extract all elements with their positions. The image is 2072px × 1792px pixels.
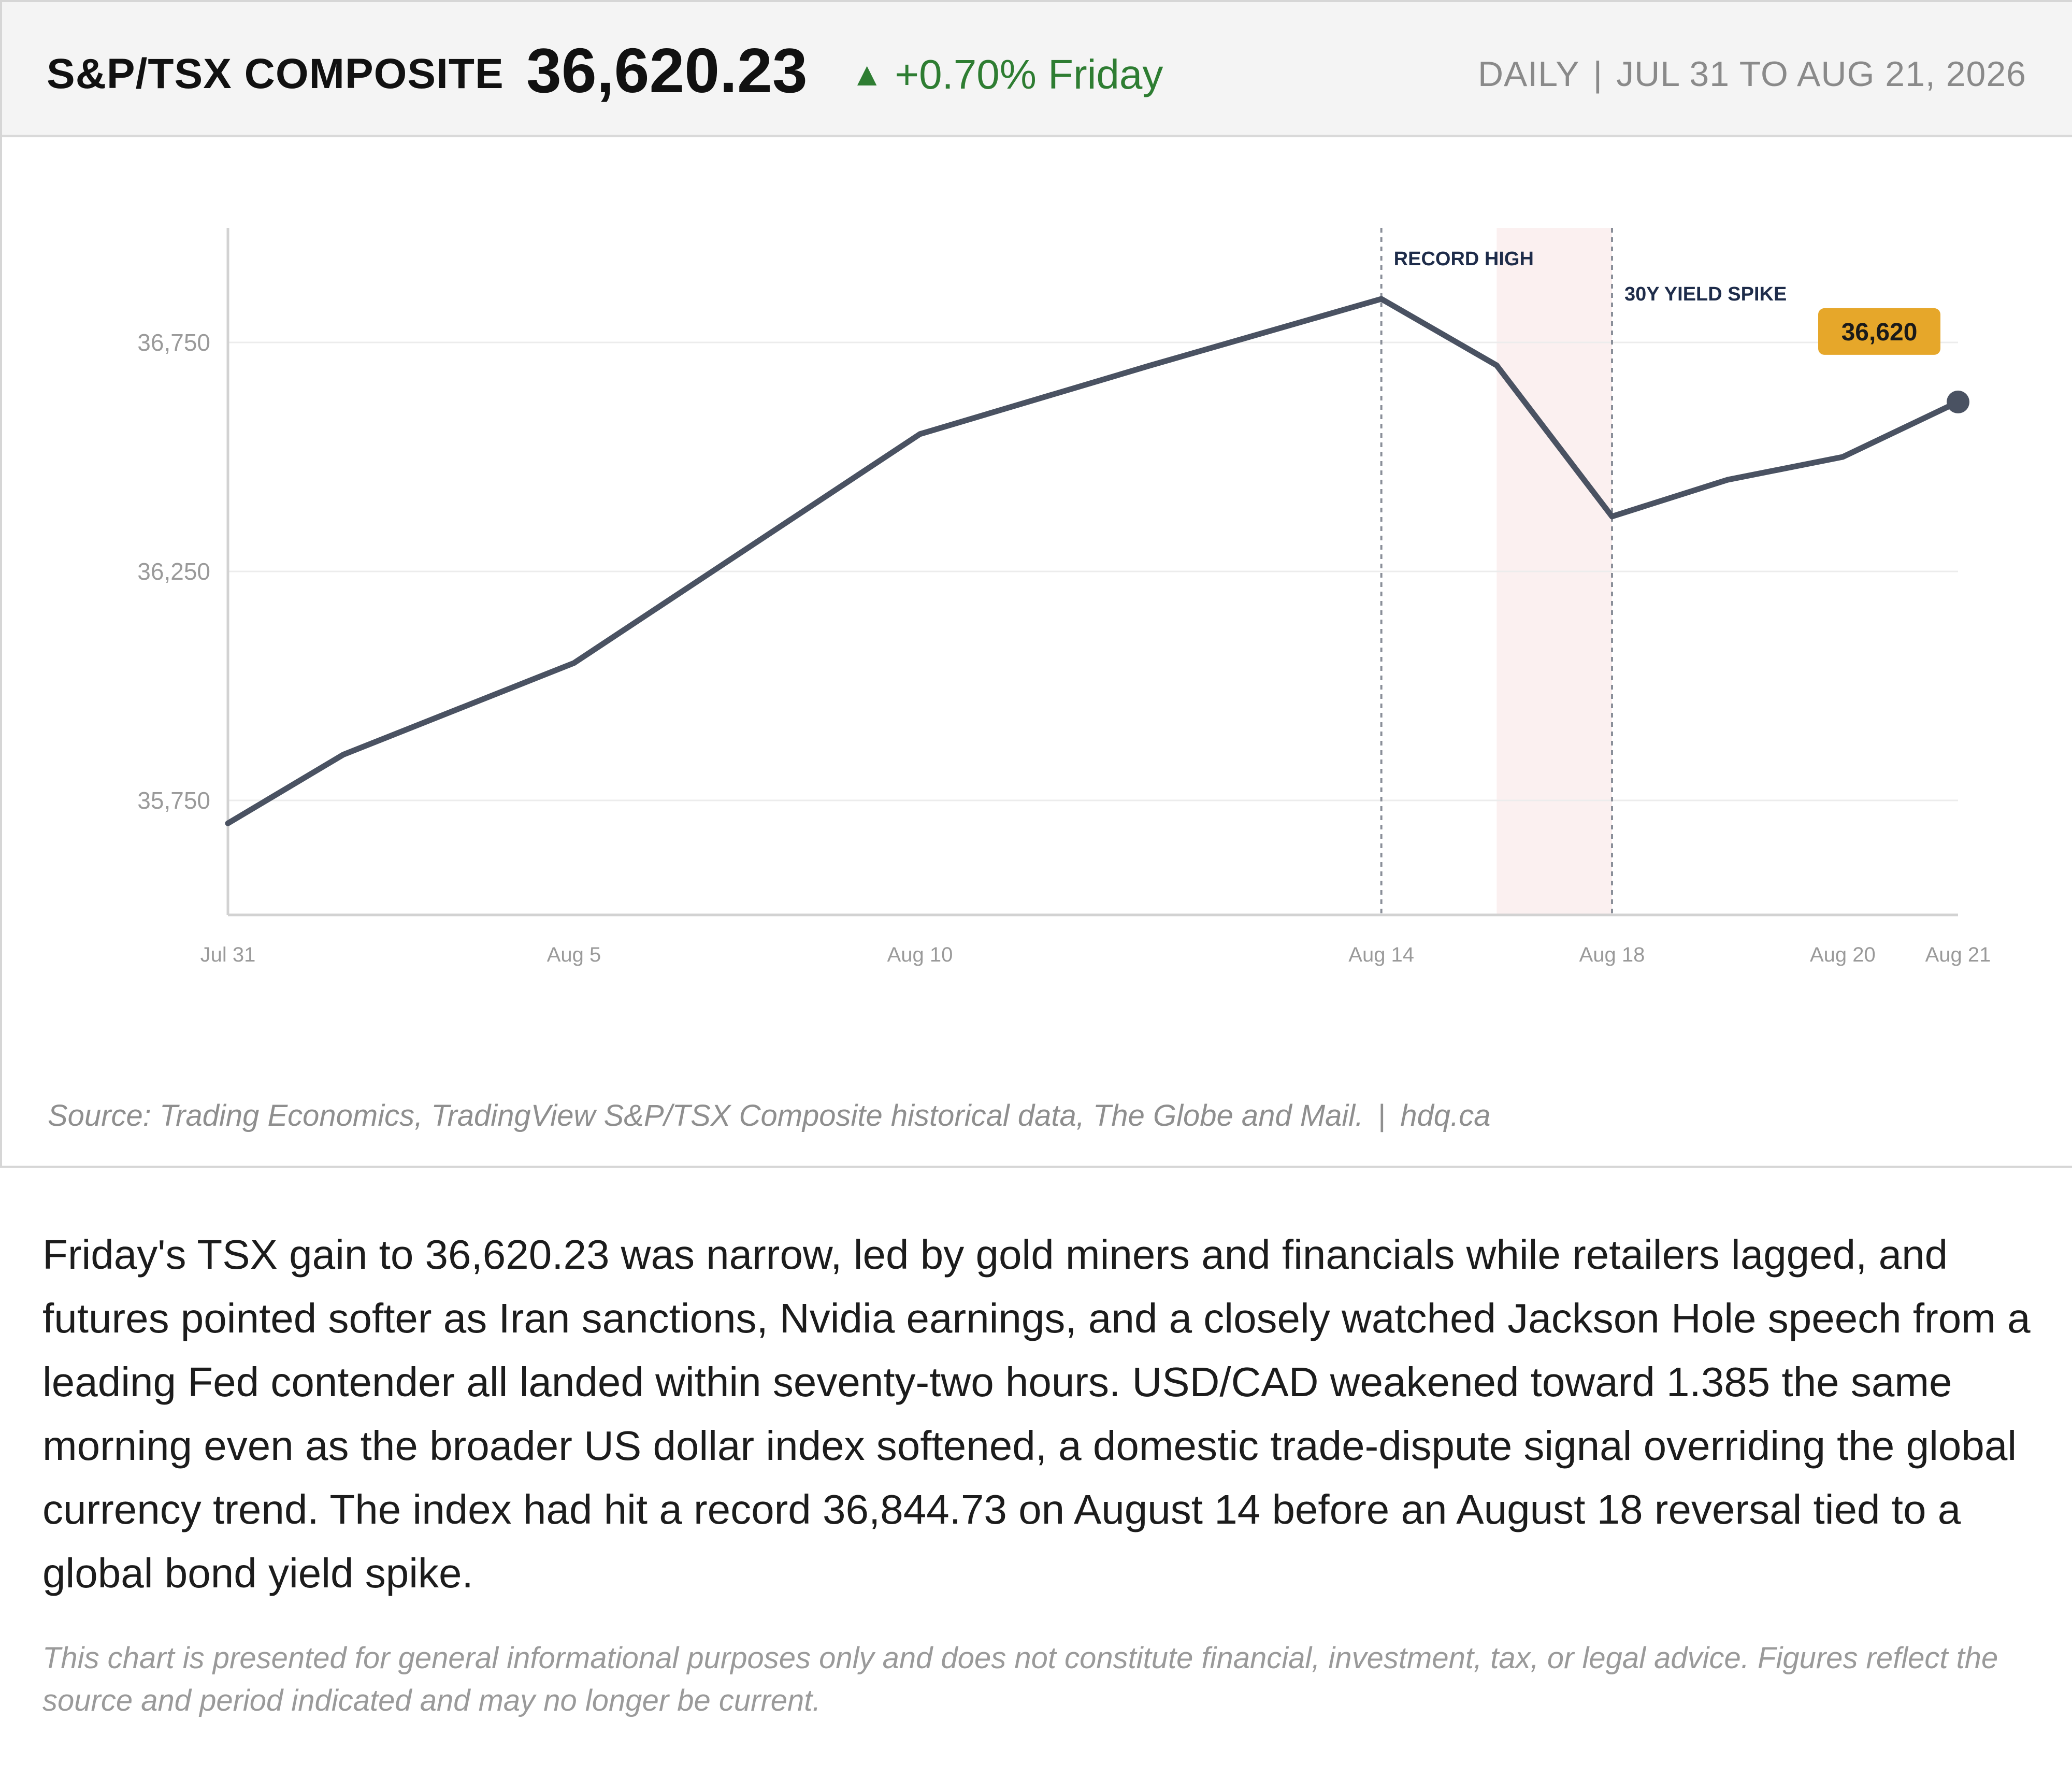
date-range-label: JUL 31 TO AUG 21, 2026: [1616, 54, 2026, 94]
annotation-label: 30Y YIELD SPIKE: [1624, 283, 1787, 305]
index-value: 36,620.23: [526, 35, 808, 106]
x-tick-label: Aug 14: [1348, 943, 1414, 966]
chart-card: S&P/TSX COMPOSITE 36,620.23 ▲ +0.70% Frid…: [0, 0, 2072, 1168]
y-tick-label: 36,750: [137, 329, 210, 356]
period-separator: |: [1593, 54, 1603, 94]
source-text: Source: Trading Economics, TradingView S…: [48, 1099, 1364, 1132]
site-label: hdq.ca: [1400, 1099, 1491, 1132]
x-tick-label: Aug 10: [887, 943, 953, 966]
x-tick-label: Jul 31: [200, 943, 256, 966]
disclaimer-text: This chart is presented for general info…: [42, 1641, 1998, 1717]
index-name: S&P/TSX COMPOSITE: [47, 50, 504, 97]
line-chart: 35,750 36,250 36,750 Jul 31 Aug 5 Aug 10 Aug 1…: [137, 228, 1991, 966]
annotation-label: RECORD HIGH: [1394, 248, 1534, 270]
up-arrow-icon: ▲: [851, 55, 884, 93]
last-point-marker: [1947, 390, 1969, 413]
source-separator: |: [1378, 1099, 1386, 1132]
x-tick-label: Aug 5: [547, 943, 601, 966]
change-text: +0.70% Friday: [895, 51, 1163, 97]
source-note: Source: Trading Economics, TradingView S…: [48, 1098, 1491, 1133]
daily-change: ▲ +0.70% Friday: [851, 51, 1163, 98]
chart-header: S&P/TSX COMPOSITE 36,620.23 ▲ +0.70% Frid…: [2, 2, 2072, 137]
series-line: [225, 296, 1961, 826]
commentary-paragraph: Friday's TSX gain to 36,620.23 was narro…: [42, 1231, 2031, 1596]
y-tick-label: 36,250: [137, 558, 210, 585]
y-tick-label: 35,750: [137, 787, 210, 814]
x-tick-label: Aug 18: [1579, 943, 1645, 966]
frequency-label: DAILY: [1477, 54, 1580, 94]
x-tick-label: Aug 20: [1810, 943, 1876, 966]
last-value-label: 36,620: [1841, 319, 1918, 346]
period-label: DAILY | JUL 31 TO AUG 21, 2026: [1478, 54, 2026, 94]
x-tick-label: Aug 21: [1925, 943, 1991, 966]
